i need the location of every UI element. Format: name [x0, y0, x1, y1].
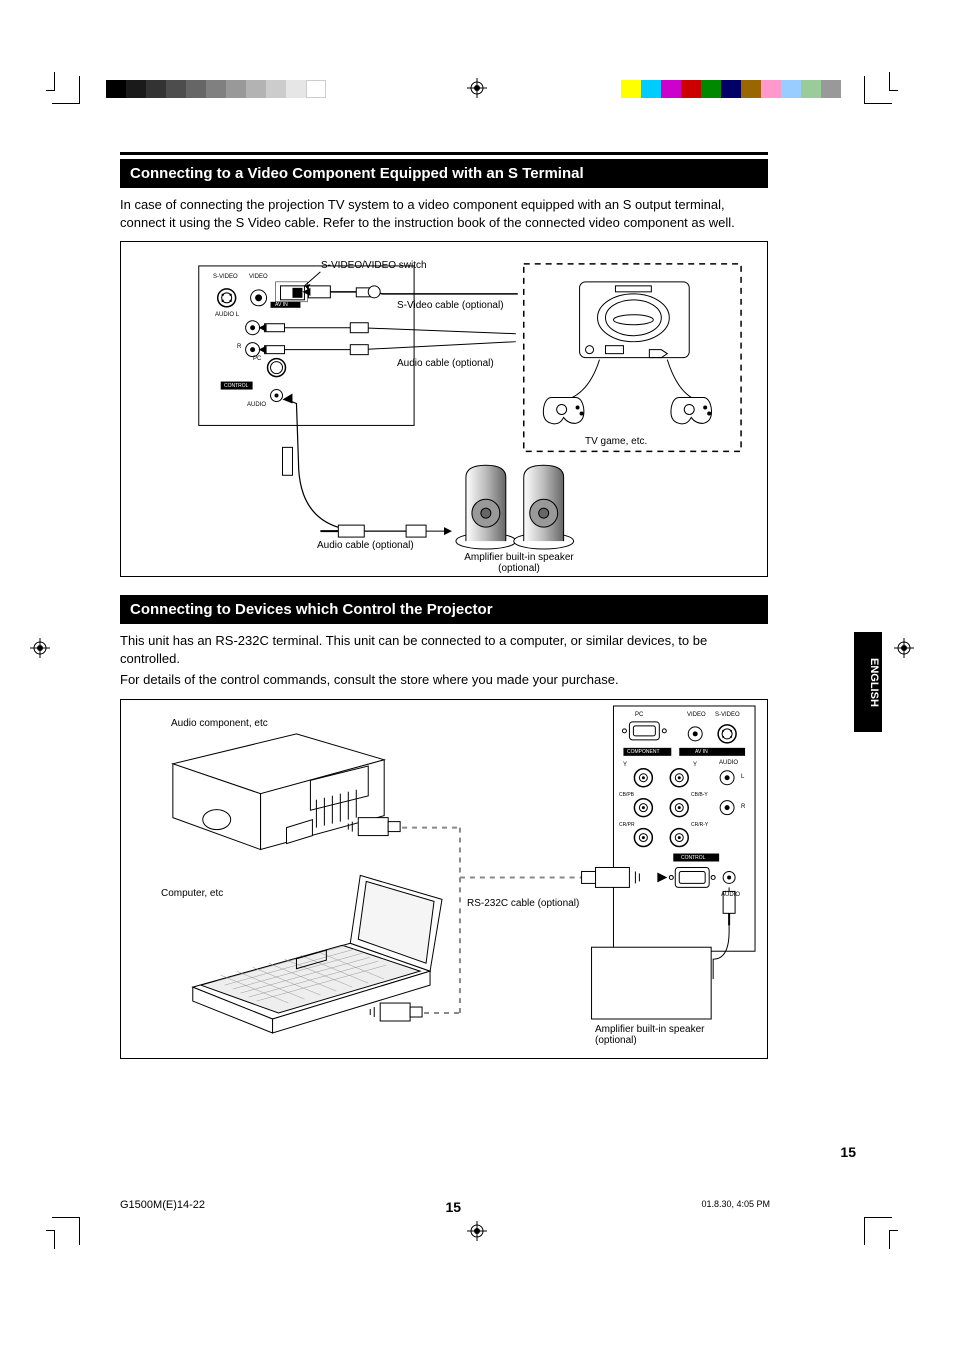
- audio-cable-label: Audio cable (optional): [397, 358, 494, 369]
- tvgame-label: TV game, etc.: [585, 436, 647, 447]
- registration-mark-left: [30, 638, 50, 658]
- d2-component-label: COMPONENT: [627, 749, 660, 755]
- d2-devicea-label: Audio component, etc: [171, 718, 268, 729]
- d2-cb1-label: CB/PB: [619, 792, 634, 798]
- footer-pagecount: 15: [445, 1199, 461, 1215]
- d2-cr2-label: CR/R-Y: [691, 822, 708, 828]
- d2-audio2-label: AUDIO: [721, 892, 740, 898]
- diagram1-svg: [121, 242, 767, 577]
- d2-y1-label: Y: [623, 762, 627, 768]
- d2-audio-label: AUDIO: [719, 760, 738, 766]
- section1-heading: Connecting to a Video Component Equipped…: [120, 159, 768, 188]
- page-number: 15: [840, 1144, 856, 1160]
- panel-pc-label: PC: [253, 356, 261, 362]
- grayscale-calibration-bar: [106, 80, 326, 98]
- svideo-cable-label: S-Video cable (optional): [397, 300, 504, 311]
- top-rule: [120, 152, 768, 155]
- d2-speaker-label: Amplifier built-in speaker (optional): [595, 1024, 715, 1046]
- section2-diagram: PC S-VIDEO VIDEO AV IN COMPONENT AUDIO L…: [120, 699, 768, 1059]
- d2-cable-label: RS-232C cable (optional): [467, 898, 587, 909]
- d2-control-label: CONTROL: [681, 855, 705, 861]
- page-content: Connecting to a Video Component Equipped…: [120, 152, 768, 1059]
- d2-cb2-label: CB/B-Y: [691, 792, 708, 798]
- section2-body: This unit has an RS-232C terminal. This …: [120, 632, 768, 689]
- panel-control-label: CONTROL: [224, 383, 248, 389]
- d2-y2-label: Y: [693, 762, 697, 768]
- d2-r-label: R: [741, 804, 745, 810]
- color-calibration-bar: [621, 80, 841, 98]
- panel-audiol-label: AUDIO L: [215, 312, 239, 318]
- audio-out-cable-label: Audio cable (optional): [317, 540, 414, 551]
- registration-mark-top: [467, 78, 487, 98]
- d2-cr1-label: CR/PR: [619, 822, 635, 828]
- panel-video-label: VIDEO: [249, 274, 268, 280]
- d2-deviceb-label: Computer, etc: [161, 888, 223, 899]
- footer-timestamp: 01.8.30, 4:05 PM: [701, 1199, 770, 1215]
- panel-audior-label: R: [237, 344, 241, 350]
- diagram2-svg: [121, 700, 767, 1059]
- d2-svideo-label: S-VIDEO: [715, 712, 740, 718]
- speaker-label: Amplifier built-in speaker (optional): [459, 552, 579, 574]
- panel-svideo-label: S-VIDEO: [213, 274, 238, 280]
- crop-mark-top-right: [864, 76, 892, 104]
- section1-diagram: S-VIDEO/VIDEO switch S-VIDEO VIDEO AV IN…: [120, 241, 768, 577]
- d2-pc-label: PC: [635, 712, 643, 718]
- panel-avin-label: AV IN: [275, 302, 288, 308]
- crop-mark-bottom-left: [52, 1217, 80, 1245]
- section2-heading: Connecting to Devices which Control the …: [120, 595, 768, 624]
- d2-video-label: VIDEO: [687, 712, 706, 718]
- crop-mark-bottom-right: [864, 1217, 892, 1245]
- panel-audio2-label: AUDIO: [247, 402, 266, 408]
- section1-body: In case of connecting the projection TV …: [120, 196, 768, 231]
- switch-label: S-VIDEO/VIDEO switch: [321, 260, 427, 271]
- page-footer: G1500M(E)14-22 15 01.8.30, 4:05 PM: [120, 1199, 770, 1215]
- registration-mark-right: [894, 638, 914, 658]
- d2-avin-label: AV IN: [695, 749, 708, 755]
- footer-filename: G1500M(E)14-22: [120, 1199, 205, 1215]
- registration-mark-bottom: [467, 1221, 487, 1241]
- crop-mark-top-left: [52, 76, 80, 104]
- language-tab: ENGLISH: [854, 632, 882, 732]
- d2-l-label: L: [741, 774, 744, 780]
